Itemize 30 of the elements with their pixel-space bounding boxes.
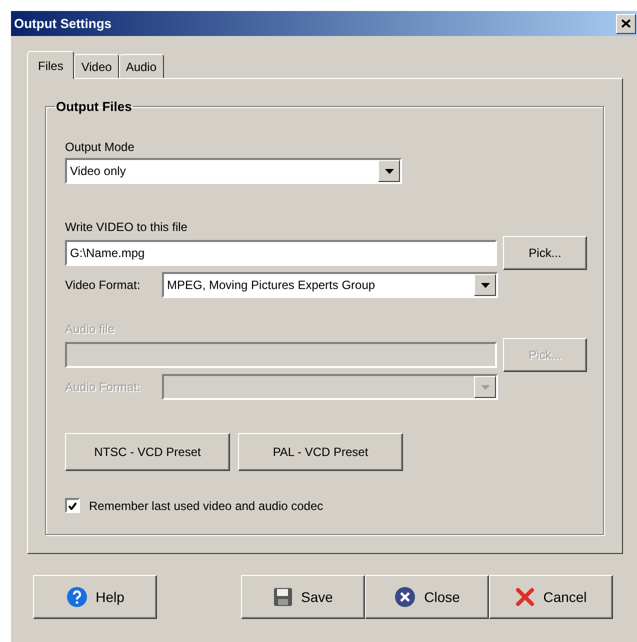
checkbox-label: Remember last used video and audio codec <box>89 498 324 512</box>
dropdown[interactable] <box>162 374 498 400</box>
close-icon <box>621 19 631 28</box>
preset-button[interactable]: PAL - VCD Preset <box>238 433 403 471</box>
file-path-field[interactable]: G:\Name.mpg <box>65 240 497 266</box>
checkbox[interactable] <box>65 498 80 513</box>
dropdown[interactable]: Video only <box>65 158 402 184</box>
dropdown-arrow-icon <box>384 168 394 174</box>
help-button[interactable]: Help <box>33 575 157 619</box>
tab[interactable]: Video <box>74 54 119 78</box>
dropdown[interactable]: MPEG, Moving Pictures Experts Group <box>162 272 498 298</box>
tab[interactable]: Files <box>27 51 74 79</box>
close-button[interactable] <box>616 14 636 34</box>
dropdown-arrow-icon <box>480 384 490 390</box>
preset-button[interactable]: NTSC - VCD Preset <box>65 433 230 471</box>
field-label: Write VIDEO to this file <box>65 220 188 236</box>
field-label: Output Mode <box>65 140 136 156</box>
cancel-button[interactable]: Cancel <box>489 575 613 619</box>
window-title: Output Settings <box>14 16 112 31</box>
save-button[interactable]: Save <box>241 575 365 619</box>
close-circle-icon <box>394 586 416 608</box>
pick-button[interactable]: Pick... <box>503 236 587 270</box>
question-mark-icon <box>66 586 88 608</box>
tab[interactable]: Audio <box>118 54 164 78</box>
cross-icon <box>515 587 536 607</box>
group-title: Output Files <box>55 99 133 114</box>
field-label: Video Format: <box>65 278 142 292</box>
close-button[interactable]: Close <box>365 575 489 619</box>
check-icon <box>68 502 77 510</box>
dropdown-arrow-icon <box>480 282 490 288</box>
